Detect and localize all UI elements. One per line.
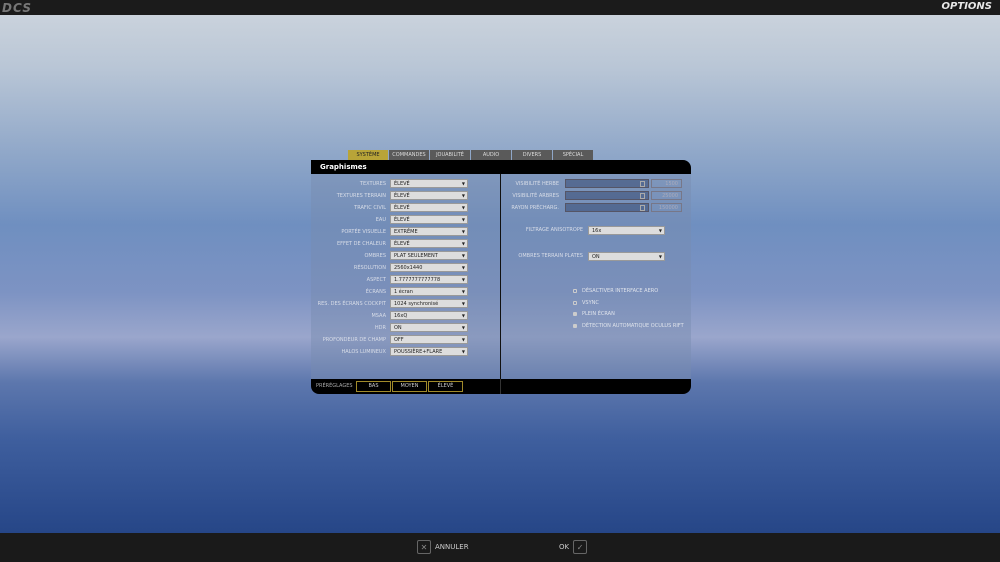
slider-handle[interactable] <box>640 193 645 199</box>
divider <box>500 379 501 394</box>
presets-bar: PRÉRÉGLAGES BAS MOYEN ÉLEVÉ <box>311 379 691 394</box>
setting-label: EAU <box>375 217 386 223</box>
setting-dropdown[interactable]: 1024 synchronisé <box>390 299 468 308</box>
checkbox-label: DÉSACTIVER INTERFACE AERO <box>582 288 659 294</box>
checkbox-label: VSYNC <box>582 299 599 306</box>
setting-dropdown[interactable]: ÉLEVÉ <box>390 191 468 200</box>
slider-value[interactable]: 150000 <box>651 203 682 212</box>
setting-dropdown[interactable]: PLAT SEULEMENT <box>390 251 468 260</box>
tab-0[interactable]: SYSTÈME <box>348 150 388 160</box>
setting-label: PROFONDEUR DE CHAMP <box>322 337 386 343</box>
tab-1[interactable]: COMMANDES <box>389 150 429 160</box>
setting-dropdown[interactable]: 1 écran <box>390 287 468 296</box>
setting-dropdown[interactable]: ON <box>390 323 468 332</box>
checkbox[interactable] <box>573 324 577 329</box>
presets-label: PRÉRÉGLAGES <box>316 383 353 389</box>
setting-dropdown[interactable]: OFF <box>390 335 468 344</box>
close-icon: ✕ <box>417 540 431 554</box>
ok-button[interactable]: OK ✓ <box>559 540 588 554</box>
setting-dropdown[interactable]: POUSSIÈRE+FLARE <box>390 347 468 356</box>
graphics-panel: Graphismes FILTRAGE ANISOTROPE 16x OMBRE… <box>311 160 691 394</box>
setting-label: TEXTURES TERRAIN <box>336 193 386 199</box>
flat-shadows-label: OMBRES TERRAIN PLATES <box>518 253 583 259</box>
ok-label: OK <box>559 543 570 551</box>
setting-label: TRAFIC CIVIL <box>354 205 386 211</box>
slider-handle[interactable] <box>640 181 645 187</box>
slider-value[interactable]: 1500 <box>651 179 682 188</box>
checkbox-label: DÉTECTION AUTOMATIQUE OCULUS RIFT <box>582 323 684 330</box>
checkbox-label: PLEIN ÉCRAN <box>582 311 615 318</box>
setting-label: EFFET DE CHALEUR <box>336 241 386 247</box>
checkbox[interactable] <box>573 289 577 293</box>
setting-dropdown[interactable]: ÉLEVÉ <box>390 179 468 188</box>
setting-dropdown[interactable]: ÉLEVÉ <box>390 203 468 212</box>
setting-dropdown[interactable]: EXTRÊME <box>390 227 468 236</box>
flat-shadows-row: OMBRES TERRAIN PLATES <box>512 251 583 261</box>
setting-dropdown[interactable]: 1.7777777777778 <box>390 275 468 284</box>
checkbox-row[interactable]: DÉSACTIVER INTERFACE AERO <box>573 288 658 294</box>
setting-label: OMBRES <box>364 253 387 259</box>
checkbox[interactable] <box>573 300 577 305</box>
setting-dropdown[interactable]: 16xQ <box>390 311 468 320</box>
setting-label: HALOS LUMINEUX <box>341 349 386 355</box>
anisotropic-dropdown[interactable]: 16x <box>588 226 665 235</box>
setting-dropdown[interactable]: ÉLEVÉ <box>390 239 468 248</box>
setting-label: TEXTURES <box>359 181 386 187</box>
setting-dropdown[interactable]: 2560x1440 <box>390 263 468 272</box>
slider-label: VISIBILITÉ HERBE <box>515 181 560 187</box>
slider-label: VISIBILITÉ ARBRES <box>512 193 559 199</box>
preset-high-button[interactable]: ÉLEVÉ <box>428 381 463 392</box>
setting-label: ASPECT <box>366 277 386 283</box>
cancel-button[interactable]: ✕ ANNULER <box>417 540 469 554</box>
slider[interactable] <box>565 191 649 200</box>
tab-2[interactable]: JOUABILITÉ <box>430 150 470 160</box>
setting-dropdown[interactable]: ÉLEVÉ <box>390 215 468 224</box>
setting-label: ÉCRANS <box>365 289 386 295</box>
tab-3[interactable]: AUDIO <box>471 150 511 160</box>
slider-value[interactable]: 25000 <box>651 191 682 200</box>
panel-title: Graphismes <box>311 160 691 174</box>
preset-medium-button[interactable]: MOYEN <box>392 381 427 392</box>
setting-label: RÉSOLUTION <box>353 265 386 271</box>
setting-label: RES. DES ÉCRANS COCKPIT <box>317 301 386 307</box>
setting-label: HDR <box>374 325 386 331</box>
slider-label: RAYON PRÉCHARG. <box>511 205 559 211</box>
bottom-bar: ✕ ANNULER OK ✓ <box>0 533 1000 562</box>
tab-4[interactable]: DIVERS <box>512 150 552 160</box>
checkbox-row[interactable]: DÉTECTION AUTOMATIQUE OCULUS RIFT <box>573 323 684 329</box>
tab-bar: SYSTÈME COMMANDES JOUABILITÉ AUDIO DIVERS SPÉ… <box>348 150 593 160</box>
top-bar: DCS OPTIONS <box>0 0 1000 15</box>
setting-label: MSAA <box>371 313 386 319</box>
tab-5[interactable]: SPÉCIAL <box>553 150 593 160</box>
flat-shadows-dropdown[interactable]: ON <box>588 252 665 261</box>
checkbox-row[interactable]: PLEIN ÉCRAN <box>573 311 615 317</box>
slider-handle[interactable] <box>640 205 645 211</box>
setting-label: PORTÉE VISUELLE <box>341 229 386 235</box>
check-icon: ✓ <box>573 540 588 554</box>
slider[interactable] <box>565 179 649 188</box>
window-title: OPTIONS <box>941 1 992 12</box>
checkbox-row[interactable]: VSYNC <box>573 300 599 306</box>
slider[interactable] <box>565 203 649 212</box>
anisotropic-label: FILTRAGE ANISOTROPE <box>525 227 583 233</box>
checkbox[interactable] <box>573 312 577 317</box>
preset-low-button[interactable]: BAS <box>356 381 391 392</box>
cancel-label: ANNULER <box>435 543 469 551</box>
dcs-logo: DCS <box>2 1 32 15</box>
